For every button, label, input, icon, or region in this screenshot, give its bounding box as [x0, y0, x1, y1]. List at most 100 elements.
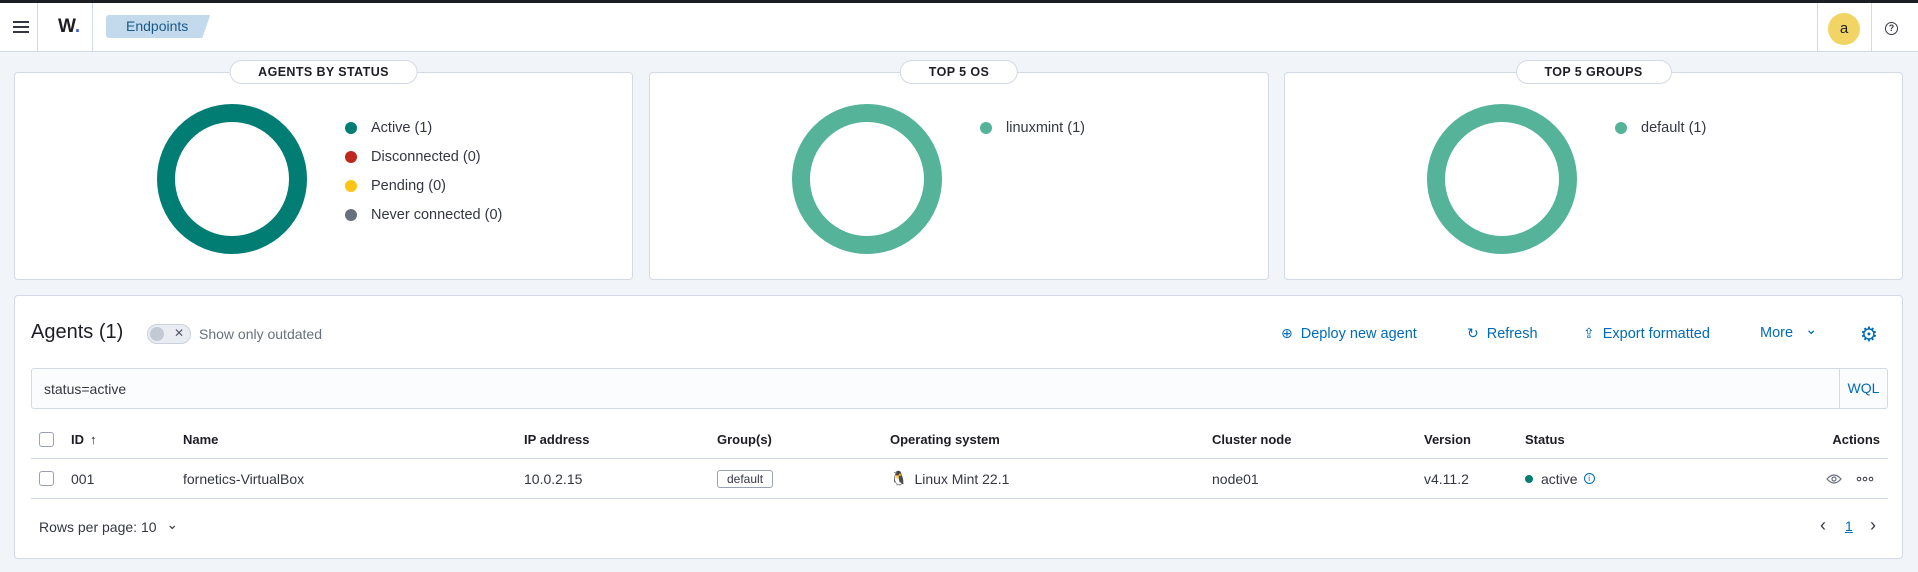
select-all-checkbox[interactable] — [39, 431, 54, 447]
toggle-knob — [150, 327, 164, 341]
linux-tux-icon: 🐧 — [890, 470, 908, 486]
column-header-status[interactable]: Status — [1525, 420, 1565, 458]
breadcrumb-endpoints[interactable]: Endpoints — [106, 15, 210, 38]
rows-per-page-label: Rows per page: 10 — [39, 519, 157, 535]
agents-title: Agents (1) — [31, 321, 124, 343]
top-navigation-bar: W. Endpoints a ? — [0, 3, 1918, 52]
os-label: Linux Mint 22.1 — [914, 470, 1010, 487]
column-header-cluster-node[interactable]: Cluster node — [1212, 420, 1291, 458]
agent-ip: 10.0.2.15 — [524, 470, 583, 487]
gear-icon[interactable]: ⚙ — [1860, 322, 1878, 347]
row-checkbox[interactable] — [39, 471, 54, 486]
wql-button[interactable]: WQL — [1839, 369, 1887, 408]
refresh-button[interactable]: ↻ Refresh — [1467, 325, 1538, 342]
agent-name: fornetics-VirtualBox — [183, 470, 305, 487]
agent-version: v4.11.2 — [1424, 470, 1469, 487]
legend-label: Active (1) — [371, 119, 433, 136]
donut-ring — [157, 104, 307, 254]
show-outdated-label: Show only outdated — [199, 326, 322, 342]
deploy-new-agent-button[interactable]: ⊕ Deploy new agent — [1281, 325, 1417, 342]
app-logo[interactable]: W. — [58, 16, 80, 38]
group-badge[interactable]: default — [717, 469, 774, 488]
panel-title: TOP 5 GROUPS — [1515, 60, 1672, 84]
export-icon: ⇪ — [1583, 325, 1595, 341]
divider — [1817, 3, 1818, 52]
search-bar: WQL — [31, 368, 1888, 409]
legend-item-active[interactable]: Active (1) — [345, 113, 502, 142]
legend-swatch — [345, 150, 357, 163]
hamburger-menu-icon[interactable] — [10, 16, 32, 38]
help-icon[interactable]: ? — [1885, 22, 1898, 35]
column-header-actions: Actions — [1832, 431, 1880, 447]
legend-item-pending[interactable]: Pending (0) — [345, 171, 502, 200]
panel-title: AGENTS BY STATUS — [229, 60, 418, 84]
export-label: Export formatted — [1602, 326, 1710, 342]
chevron-down-icon: ⌄ — [1805, 322, 1818, 338]
agents-table: ID ↑ Name IP address Group(s) Operating s… — [31, 420, 1888, 499]
os-legend: linuxmint (1) — [980, 113, 1085, 142]
rows-per-page-selector[interactable]: Rows per page: 10 ⌄ — [39, 516, 179, 536]
legend-item-default[interactable]: default (1) — [1615, 113, 1706, 142]
panel-title: TOP 5 OS — [899, 60, 1019, 84]
chevron-down-icon: ⌄ — [166, 516, 179, 532]
cross-icon: ✕ — [174, 326, 185, 340]
refresh-label: Refresh — [1486, 326, 1538, 342]
sort-ascending-icon: ↑ — [90, 431, 97, 447]
top-5-groups-panel: TOP 5 GROUPS default (1) — [1284, 60, 1903, 280]
legend-swatch — [345, 208, 357, 221]
legend-item-never-connected[interactable]: Never connected (0) — [345, 200, 502, 229]
agent-os: 🐧 Linux Mint 22.1 — [890, 459, 1009, 498]
column-header-name[interactable]: Name — [183, 420, 218, 458]
legend-label: default (1) — [1641, 119, 1707, 136]
export-formatted-button[interactable]: ⇪ Export formatted — [1583, 325, 1710, 342]
column-header-id[interactable]: ID ↑ — [71, 420, 97, 458]
status-legend: Active (1) Disconnected (0) Pending (0) … — [345, 113, 502, 229]
top-os-donut-chart[interactable] — [792, 104, 942, 254]
plus-circle-icon: ⊕ — [1281, 325, 1293, 341]
groups-legend: default (1) — [1615, 113, 1706, 142]
agent-id: 001 — [71, 470, 95, 487]
column-header-os[interactable]: Operating system — [890, 420, 1000, 458]
top-5-os-panel: TOP 5 OS linuxmint (1) — [649, 60, 1269, 280]
more-label: More — [1760, 325, 1794, 341]
legend-swatch — [345, 121, 357, 134]
more-actions-icon[interactable] — [1856, 459, 1874, 498]
donut-ring — [792, 104, 942, 254]
refresh-icon: ↻ — [1467, 325, 1479, 341]
next-page-icon[interactable]: › — [1870, 515, 1876, 536]
top-groups-donut-chart[interactable] — [1427, 104, 1577, 254]
column-header-version[interactable]: Version — [1424, 420, 1471, 458]
table-row[interactable]: 001 fornetics-VirtualBox 10.0.2.15 defau… — [31, 459, 1888, 499]
legend-item-linuxmint[interactable]: linuxmint (1) — [980, 113, 1085, 142]
divider — [37, 3, 38, 52]
show-outdated-toggle[interactable]: ✕ — [147, 324, 191, 344]
eye-icon[interactable] — [1826, 459, 1842, 498]
agents-by-status-panel: AGENTS BY STATUS Active (1) Disconnected… — [14, 60, 633, 280]
more-menu-button[interactable]: More ⌄ — [1760, 322, 1818, 341]
status-label: active — [1541, 470, 1578, 487]
legend-item-disconnected[interactable]: Disconnected (0) — [345, 142, 502, 171]
legend-swatch — [345, 179, 357, 192]
legend-swatch — [1615, 121, 1627, 134]
legend-label: Pending (0) — [371, 177, 446, 194]
page-1-link[interactable]: 1 — [1845, 518, 1853, 534]
info-icon[interactable]: i — [1583, 473, 1595, 484]
agents-table-card: Agents (1) ✕ Show only outdated ⊕ Deploy … — [14, 295, 1903, 559]
previous-page-icon[interactable]: ‹ — [1820, 515, 1826, 536]
legend-label: linuxmint (1) — [1006, 119, 1085, 136]
divider — [1871, 3, 1872, 52]
legend-swatch — [980, 121, 992, 134]
agent-cluster-node: node01 — [1212, 470, 1259, 487]
status-dot — [1525, 474, 1533, 483]
deploy-label: Deploy new agent — [1300, 326, 1417, 342]
search-input[interactable] — [32, 369, 1838, 408]
table-header-row: ID ↑ Name IP address Group(s) Operating s… — [31, 420, 1888, 459]
agent-status: active i — [1525, 459, 1595, 498]
column-header-ip[interactable]: IP address — [524, 420, 590, 458]
agents-by-status-donut-chart[interactable] — [157, 104, 307, 254]
user-avatar[interactable]: a — [1828, 13, 1860, 45]
legend-label: Disconnected (0) — [371, 148, 481, 165]
column-header-groups[interactable]: Group(s) — [717, 420, 772, 458]
donut-ring — [1427, 104, 1577, 254]
divider — [92, 3, 93, 52]
